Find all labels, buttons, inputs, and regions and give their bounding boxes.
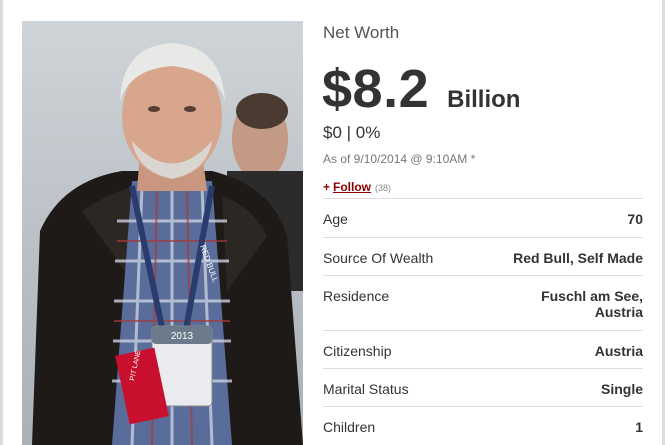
net-worth-title: Net Worth — [323, 23, 400, 42]
page-left-border — [0, 0, 3, 445]
stat-label: Source Of Wealth — [323, 250, 434, 266]
stat-value: Single — [600, 381, 643, 397]
stat-row-source-of-wealth: Source Of Wealth Red Bull, Self Made — [323, 237, 643, 275]
stat-value-line: Fuschl am See, — [541, 288, 643, 304]
profile-photo: 2013 PIT LANE RED BULL — [22, 21, 303, 445]
stat-row-marital-status: Marital Status Single — [323, 368, 643, 406]
stat-value: Red Bull, Self Made — [513, 250, 643, 266]
stat-value: 70 — [627, 211, 643, 227]
stat-label: Residence — [323, 288, 390, 304]
follow-control[interactable]: + Follow (38) — [323, 180, 391, 194]
stat-row-residence: Residence Fuschl am See, Austria — [323, 275, 643, 330]
net-worth-change: $0 | 0% — [323, 123, 381, 142]
profile-photo-illustration: 2013 PIT LANE RED BULL — [32, 43, 303, 445]
stat-row-citizenship: Citizenship Austria — [323, 330, 643, 368]
stat-value: Fuschl am See, Austria — [541, 288, 643, 320]
net-worth-unit: Billion — [447, 86, 521, 113]
stat-label: Citizenship — [323, 343, 392, 359]
plus-icon: + — [323, 180, 331, 194]
stat-value: Austria — [594, 343, 643, 359]
stat-label: Marital Status — [323, 381, 409, 397]
stat-label: Age — [323, 211, 348, 227]
stats-table: Age 70 Source Of Wealth Red Bull, Self M… — [323, 198, 643, 444]
as-of-timestamp: As of 9/10/2014 @ 9:10AM * — [323, 152, 476, 166]
stat-row-age: Age 70 — [323, 198, 643, 237]
stat-label: Children — [323, 419, 376, 435]
follow-count: (38) — [375, 183, 392, 193]
stat-value: 1 — [635, 419, 643, 435]
follow-link[interactable]: Follow — [333, 180, 371, 194]
net-worth-figure: $8.2 Billion — [322, 58, 520, 120]
stat-row-children: Children 1 — [323, 406, 643, 444]
net-worth-value: $8.2 — [322, 59, 430, 119]
stat-value-line: Austria — [594, 304, 643, 320]
badge-year: 2013 — [171, 331, 194, 342]
